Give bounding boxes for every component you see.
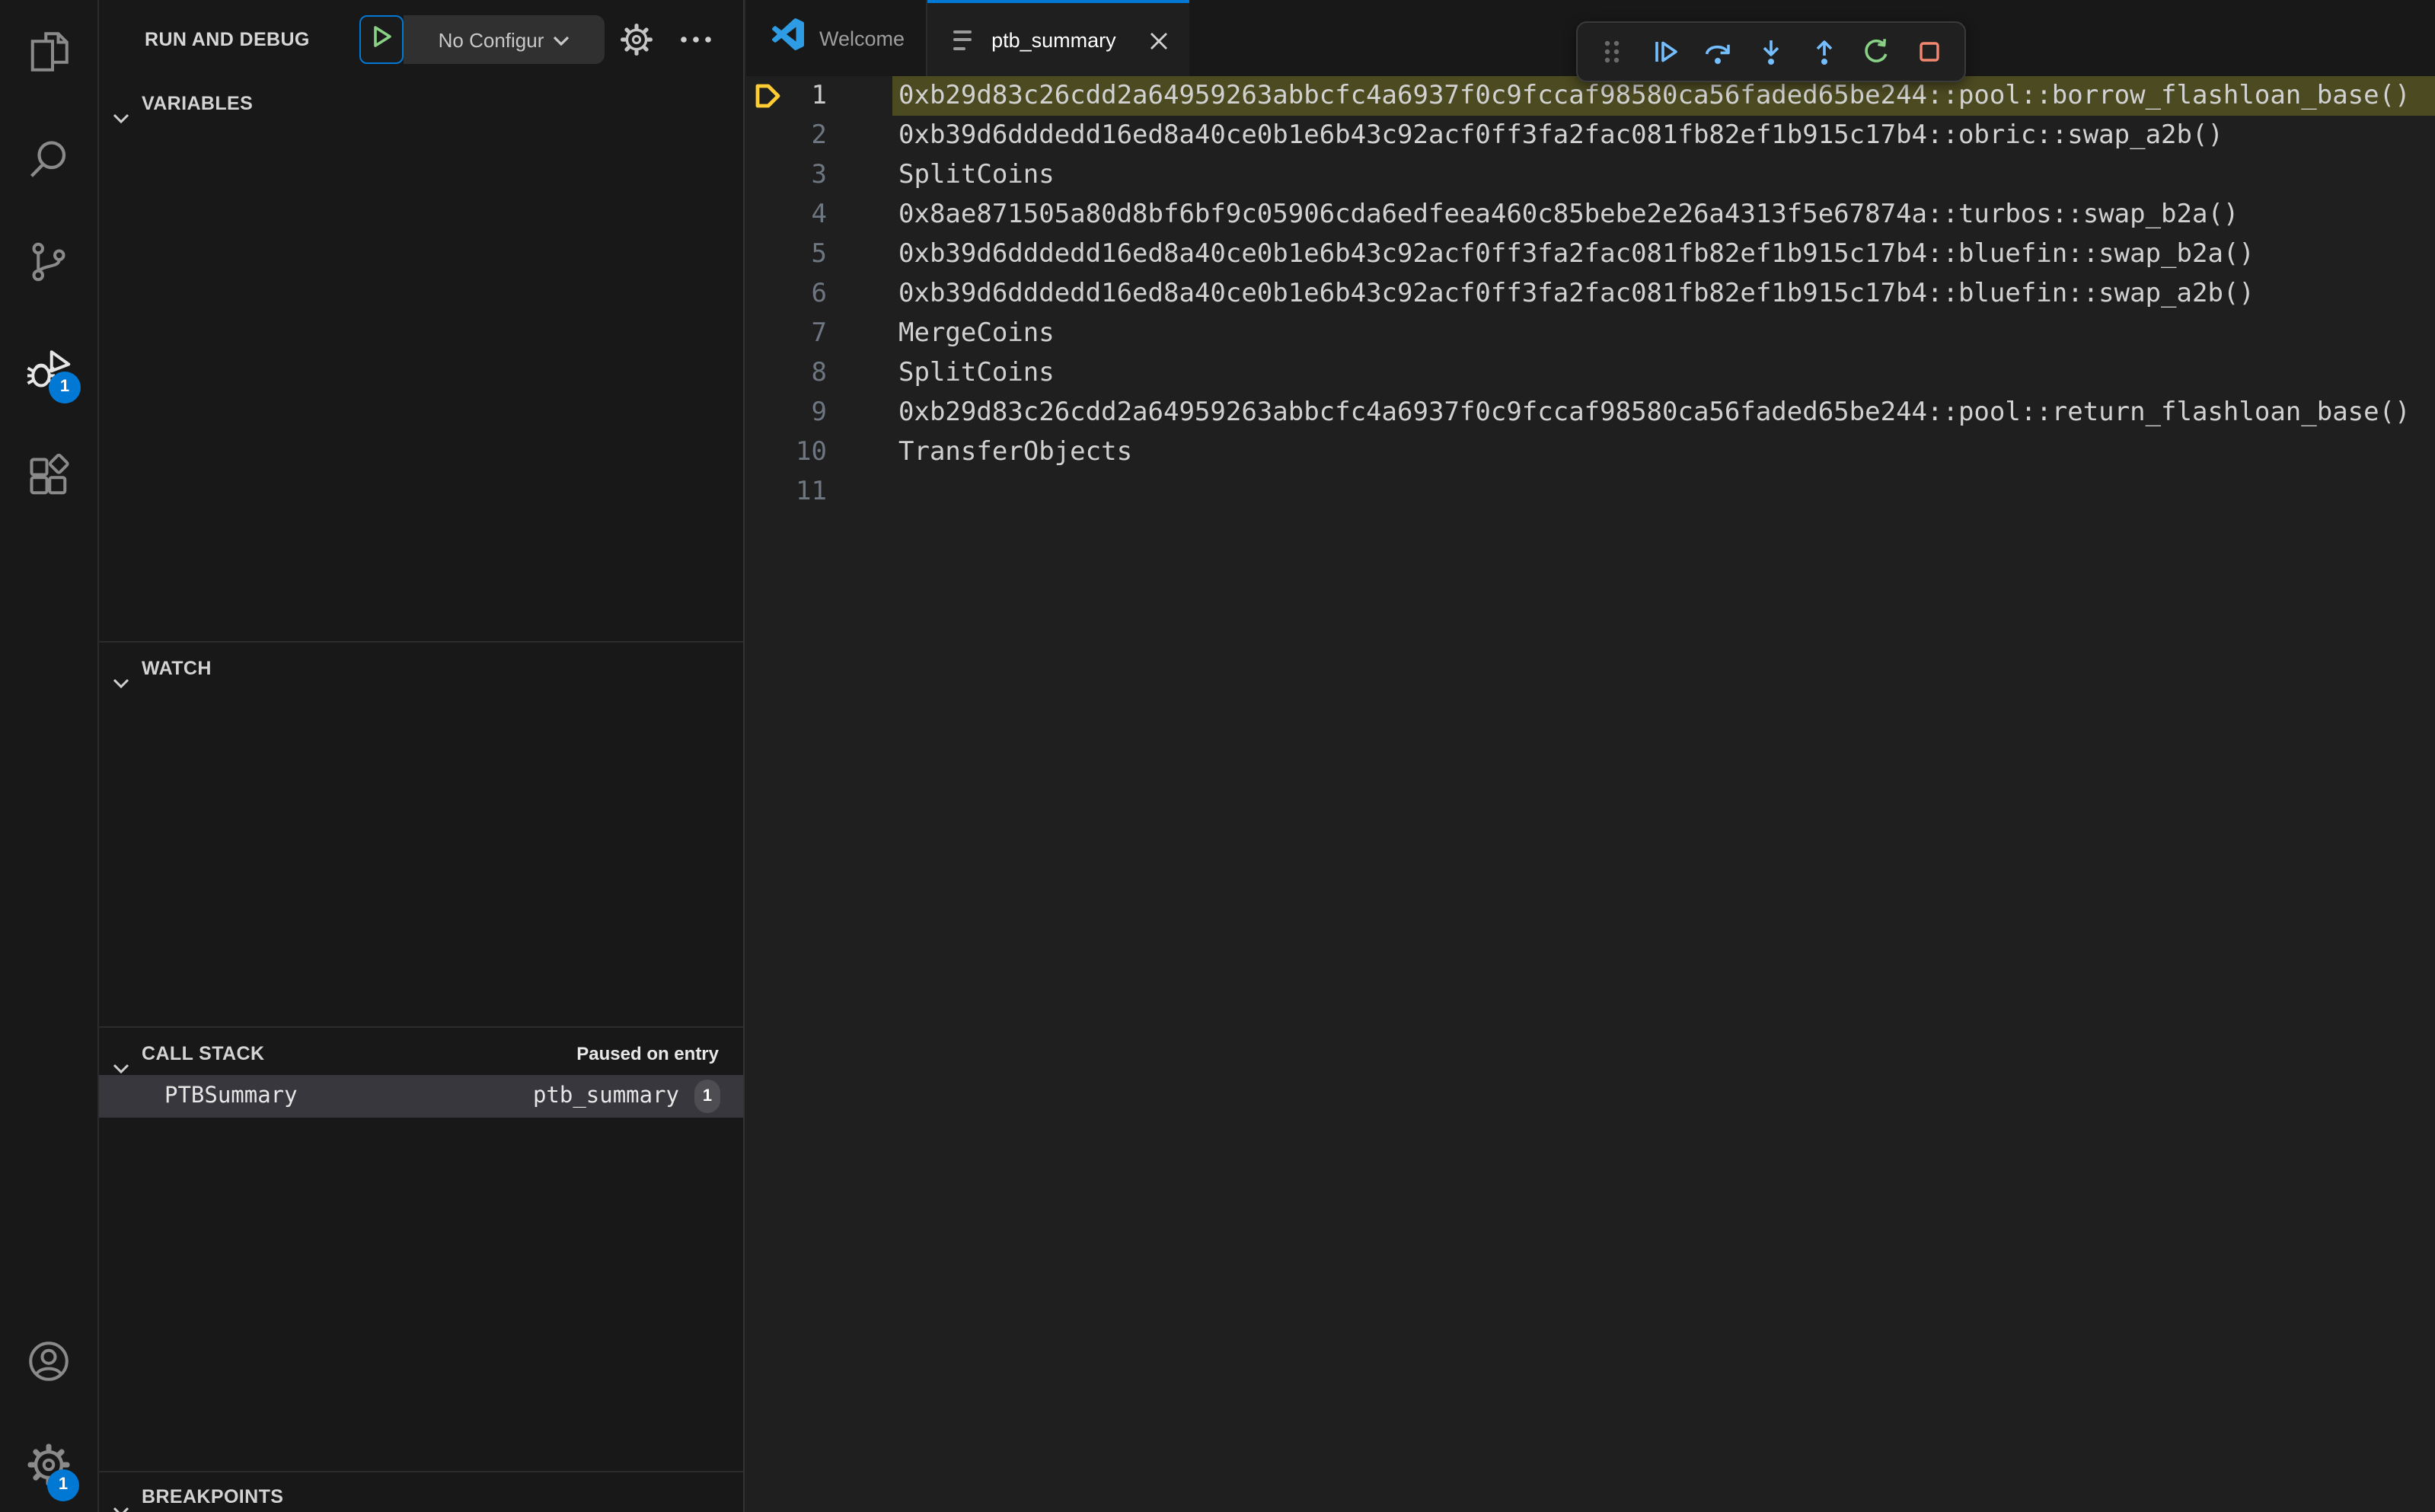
step-out-button[interactable] (1808, 37, 1839, 67)
editor-line[interactable]: 3 SplitCoins (746, 155, 2435, 195)
editor-line[interactable]: 10 TransferObjects (746, 432, 2435, 472)
git-branch-icon (26, 239, 72, 285)
line-code[interactable]: TransferObjects (892, 432, 2435, 472)
editor-line[interactable]: 8 SplitCoins (746, 353, 2435, 393)
debug-count-badge: 1 (49, 372, 81, 404)
panel-title: RUN AND DEBUG (145, 29, 310, 50)
start-debugging-button[interactable] (359, 15, 404, 64)
tab-welcome[interactable]: Welcome (746, 0, 928, 76)
debug-toolbar (1576, 21, 1966, 82)
line-code[interactable] (892, 472, 2435, 512)
configuration-select[interactable]: No Configur (404, 15, 605, 64)
section-header-breakpoints[interactable]: BREAKPOINTS (99, 1475, 743, 1512)
section-label: BREAKPOINTS (142, 1486, 284, 1507)
editor-line[interactable]: 11 (746, 472, 2435, 512)
line-code[interactable]: SplitCoins (892, 353, 2435, 393)
activity-bar: 1 1 (0, 0, 99, 1512)
editor-line[interactable]: 4 0x8ae871505a80d8bf6bf9c05906cda6edfeea… (746, 195, 2435, 234)
chevron-down-icon (553, 28, 570, 51)
stop-button[interactable] (1914, 37, 1945, 67)
files-icon (26, 29, 72, 75)
editor-line[interactable]: 7 MergeCoins (746, 314, 2435, 353)
editor-line[interactable]: 9 0xb29d83c26cdd2a64959263abbcfc4a6937f0… (746, 393, 2435, 432)
section-divider (99, 641, 743, 643)
configuration-select-label: No Configur (438, 28, 544, 51)
run-and-debug-panel: RUN AND DEBUG No Configur VARIABLES WATC… (99, 0, 745, 1512)
manage-button[interactable]: 1 (26, 1442, 79, 1501)
tab-ptb-summary[interactable]: ptb_summary (927, 0, 1189, 76)
search-icon (26, 137, 72, 183)
chevron-down-icon (113, 97, 129, 124)
line-code[interactable]: SplitCoins (892, 155, 2435, 195)
section-divider (99, 1471, 743, 1472)
line-number[interactable]: 4 (746, 195, 828, 234)
section-divider (99, 1026, 743, 1028)
call-stack-session-row[interactable]: PTBSummary ptb_summary 1 (99, 1075, 743, 1118)
sidebar-item-extensions[interactable] (26, 454, 72, 499)
close-icon[interactable] (1150, 30, 1168, 49)
line-number[interactable]: 7 (746, 314, 828, 353)
session-name: PTBSummary (164, 1084, 298, 1108)
file-lines-icon (953, 30, 976, 49)
accounts-button[interactable] (26, 1338, 72, 1384)
configure-gear-button[interactable] (620, 23, 653, 56)
sidebar-item-explorer[interactable] (26, 29, 72, 75)
line-number[interactable]: 5 (746, 234, 828, 274)
line-number[interactable]: 11 (746, 472, 827, 512)
line-number[interactable]: 10 (746, 432, 827, 472)
sidebar-item-search[interactable] (26, 137, 72, 183)
line-code[interactable]: 0x8ae871505a80d8bf6bf9c05906cda6edfeea46… (892, 195, 2435, 234)
tab-label: ptb_summary (991, 28, 1116, 51)
restart-button[interactable] (1862, 37, 1892, 67)
section-header-call-stack[interactable]: CALL STACK Paused on entry (99, 1032, 743, 1075)
line-code[interactable]: 0xb39d6dddedd16ed8a40ce0b1e6b43c92acf0ff… (892, 116, 2435, 155)
account-icon (26, 1338, 72, 1384)
line-number[interactable]: 3 (746, 155, 828, 195)
step-into-button[interactable] (1756, 37, 1786, 67)
step-over-button[interactable] (1703, 37, 1734, 67)
extensions-icon (26, 454, 72, 499)
line-number[interactable]: 6 (746, 274, 828, 314)
line-number[interactable]: 8 (746, 353, 828, 393)
section-label: WATCH (142, 658, 212, 679)
line-code[interactable]: 0xb39d6dddedd16ed8a40ce0b1e6b43c92acf0ff… (892, 234, 2435, 274)
launch-configuration-control: No Configur (359, 15, 605, 64)
sidebar-item-run-and-debug[interactable]: 1 (26, 347, 81, 404)
pause-reason-status: Paused on entry (576, 1043, 719, 1064)
editor-line[interactable]: 2 0xb39d6dddedd16ed8a40ce0b1e6b43c92acf0… (746, 116, 2435, 155)
line-code[interactable]: MergeCoins (892, 314, 2435, 353)
drag-grip-handle[interactable] (1597, 37, 1628, 67)
editor-line[interactable]: 5 0xb39d6dddedd16ed8a40ce0b1e6b43c92acf0… (746, 234, 2435, 274)
chevron-down-icon (113, 662, 129, 689)
section-label: VARIABLES (142, 93, 254, 114)
vscode-logo-icon (771, 18, 804, 58)
section-header-watch[interactable]: WATCH (99, 647, 743, 690)
line-number[interactable]: 9 (746, 393, 828, 432)
vscode-window: 1 1 RUN AND DEBUG No Configur VARIABLES … (0, 0, 2435, 1512)
line-code[interactable]: 0xb39d6dddedd16ed8a40ce0b1e6b43c92acf0ff… (892, 274, 2435, 314)
section-header-variables[interactable]: VARIABLES (99, 82, 743, 125)
more-actions-button[interactable] (678, 27, 714, 52)
editor-area: Welcome ptb_summary 1 0xb29d83c26cdd2a64… (746, 0, 2435, 1512)
chevron-down-icon (113, 1048, 129, 1074)
editor-line[interactable]: 6 0xb39d6dddedd16ed8a40ce0b1e6b43c92acf0… (746, 274, 2435, 314)
sidebar-item-source-control[interactable] (26, 239, 72, 285)
line-code[interactable]: 0xb29d83c26cdd2a64959263abbcfc4a6937f0c9… (892, 393, 2435, 432)
chevron-down-icon (113, 1491, 129, 1512)
tab-label: Welcome (819, 27, 905, 49)
code-editor: 1 0xb29d83c26cdd2a64959263abbcfc4a6937f0… (746, 76, 2435, 512)
session-file: ptb_summary (532, 1084, 679, 1108)
section-label: CALL STACK (142, 1043, 265, 1064)
line-number[interactable]: 2 (746, 116, 828, 155)
current-frame-arrow-icon (752, 81, 784, 111)
manage-count-badge: 1 (47, 1469, 79, 1501)
play-icon (371, 24, 392, 56)
continue-button[interactable] (1650, 37, 1680, 67)
thread-count-badge: 1 (694, 1080, 720, 1113)
